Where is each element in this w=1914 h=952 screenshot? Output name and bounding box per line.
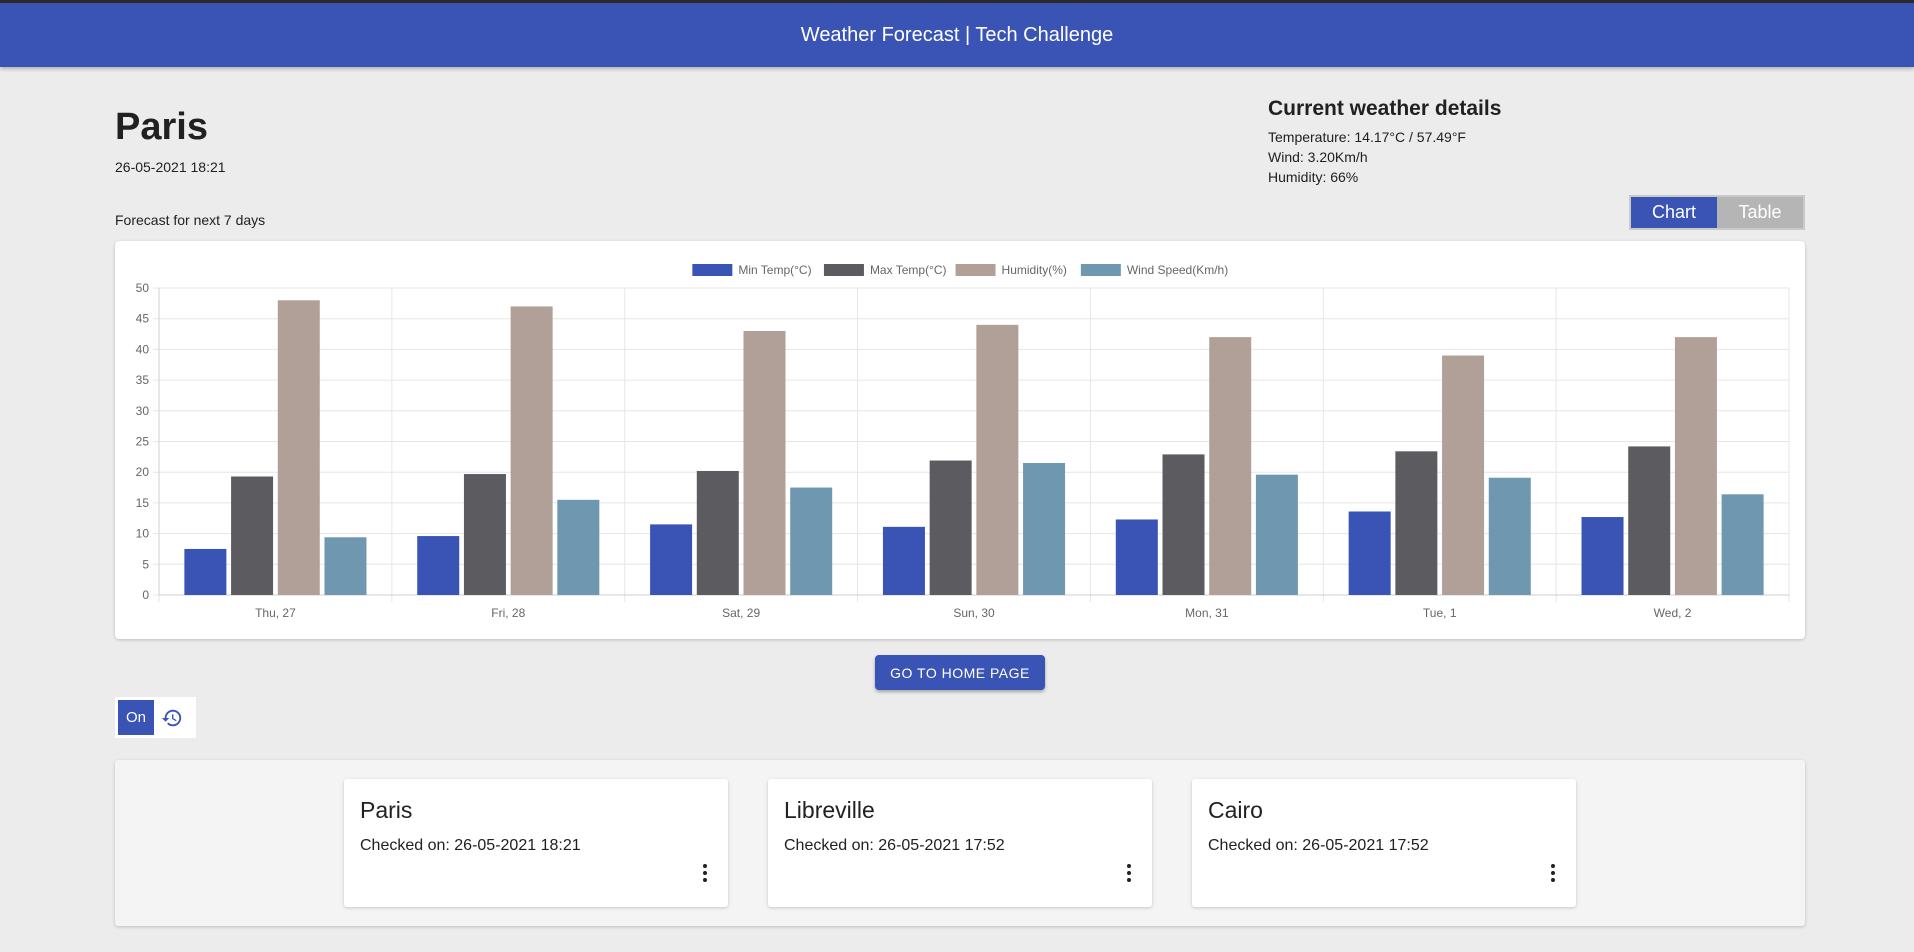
- chart-tab[interactable]: Chart: [1631, 197, 1717, 228]
- legend-swatch: [955, 264, 996, 276]
- y-tick-label: 50: [136, 281, 150, 295]
- x-tick-label: Sat, 29: [722, 606, 760, 620]
- app-bar: Weather Forecast | Tech Challenge: [0, 3, 1914, 67]
- bar: [976, 324, 1019, 595]
- legend-label: Wind Speed(Km/h): [1127, 263, 1228, 277]
- history-card[interactable]: Paris Checked on: 26-05-2021 18:21: [344, 779, 728, 907]
- bar: [1348, 511, 1391, 595]
- bar: [510, 306, 553, 595]
- y-tick-label: 0: [142, 588, 149, 602]
- bar: [1395, 451, 1438, 595]
- x-tick-label: Wed, 2: [1654, 606, 1692, 620]
- current-wind: Wind: 3.20Km/h: [1268, 149, 1368, 165]
- city-name: Paris: [115, 106, 208, 148]
- bar: [184, 548, 227, 595]
- forecast-chart-card: 0 5 10 15 20 25 30 35 40 45 50 Thu, 27 Fri, 28 Sat, 2…: [115, 241, 1805, 639]
- bar: [1721, 494, 1764, 595]
- history-checked: Checked on: 26-05-2021 17:52: [1208, 837, 1429, 854]
- current-humidity: Humidity: 66%: [1268, 169, 1359, 185]
- bar: [743, 330, 786, 595]
- bar: [417, 536, 460, 595]
- legend-label: Max Temp(°C): [870, 263, 947, 277]
- more-vert-icon[interactable]: [1123, 862, 1135, 884]
- bar: [696, 470, 739, 595]
- history-icon[interactable]: [154, 700, 190, 735]
- current-weather-details: Current weather details Temperature: 14.…: [1268, 97, 1501, 187]
- app-title: Weather Forecast | Tech Challenge: [800, 23, 1114, 46]
- y-tick-label: 10: [136, 527, 150, 541]
- bar: [1488, 477, 1531, 595]
- bar: [231, 476, 274, 595]
- more-vert-icon[interactable]: [699, 862, 711, 884]
- bar: [463, 474, 506, 595]
- bar: [557, 499, 600, 595]
- bar: [1674, 337, 1717, 595]
- bar: [1162, 454, 1205, 595]
- table-tab[interactable]: Table: [1717, 197, 1803, 228]
- y-tick-label: 40: [136, 342, 150, 356]
- bar: [324, 537, 367, 595]
- more-vert-icon[interactable]: [1547, 862, 1559, 884]
- forecast-chart: 0 5 10 15 20 25 30 35 40 45 50 Thu, 27 Fri, 28 Sat, 2…: [136, 263, 1790, 620]
- current-temperature: Temperature: 14.17°C / 57.49°F: [1268, 129, 1466, 145]
- y-tick-label: 25: [136, 435, 150, 449]
- x-tick-label: Fri, 28: [491, 606, 525, 620]
- history-card[interactable]: Libreville Checked on: 26-05-2021 17:52: [768, 779, 1152, 907]
- bar: [1255, 474, 1298, 595]
- legend-label: Humidity(%): [1002, 263, 1067, 277]
- legend-swatch: [1080, 264, 1121, 276]
- bar: [1628, 446, 1671, 595]
- x-tick-label: Thu, 27: [255, 606, 296, 620]
- legend-label: Min Temp(°C): [738, 263, 811, 277]
- history-city: Cairo: [1208, 797, 1263, 823]
- forecast-label: Forecast for next 7 days: [115, 212, 266, 228]
- details-heading: Current weather details: [1268, 97, 1502, 120]
- y-tick-label: 45: [136, 312, 150, 326]
- bar: [1023, 462, 1066, 595]
- bar: [1209, 337, 1252, 595]
- view-toggle: Chart Table: [1629, 195, 1805, 230]
- history-checked: Checked on: 26-05-2021 17:52: [784, 837, 1005, 854]
- bar: [650, 524, 693, 595]
- x-tick-label: Mon, 31: [1185, 606, 1229, 620]
- bar: [929, 460, 972, 595]
- x-tick-label: Tue, 1: [1423, 606, 1457, 620]
- x-tick-label: Sun, 30: [953, 606, 995, 620]
- bar: [1581, 517, 1624, 595]
- legend-swatch: [823, 264, 864, 276]
- y-tick-label: 20: [136, 465, 150, 479]
- history-city: Paris: [360, 797, 413, 823]
- history-panel: Paris Checked on: 26-05-2021 18:21 Libre…: [115, 760, 1805, 926]
- bar: [882, 526, 925, 595]
- go-home-button[interactable]: GO TO HOME PAGE: [875, 655, 1045, 690]
- y-tick-label: 5: [142, 557, 149, 571]
- bar: [277, 300, 320, 595]
- y-tick-label: 35: [136, 373, 150, 387]
- bar: [1115, 519, 1158, 595]
- history-checked: Checked on: 26-05-2021 18:21: [360, 837, 581, 854]
- history-city: Libreville: [784, 797, 875, 823]
- bar: [1442, 355, 1485, 595]
- legend-swatch: [692, 264, 733, 276]
- history-card[interactable]: Cairo Checked on: 26-05-2021 17:52: [1192, 779, 1576, 907]
- history-on-toggle[interactable]: On: [118, 700, 154, 735]
- city-datetime: 26-05-2021 18:21: [115, 159, 226, 175]
- y-tick-label: 30: [136, 404, 150, 418]
- bar: [790, 487, 833, 595]
- y-tick-label: 15: [136, 496, 150, 510]
- history-toggle: On: [115, 697, 196, 738]
